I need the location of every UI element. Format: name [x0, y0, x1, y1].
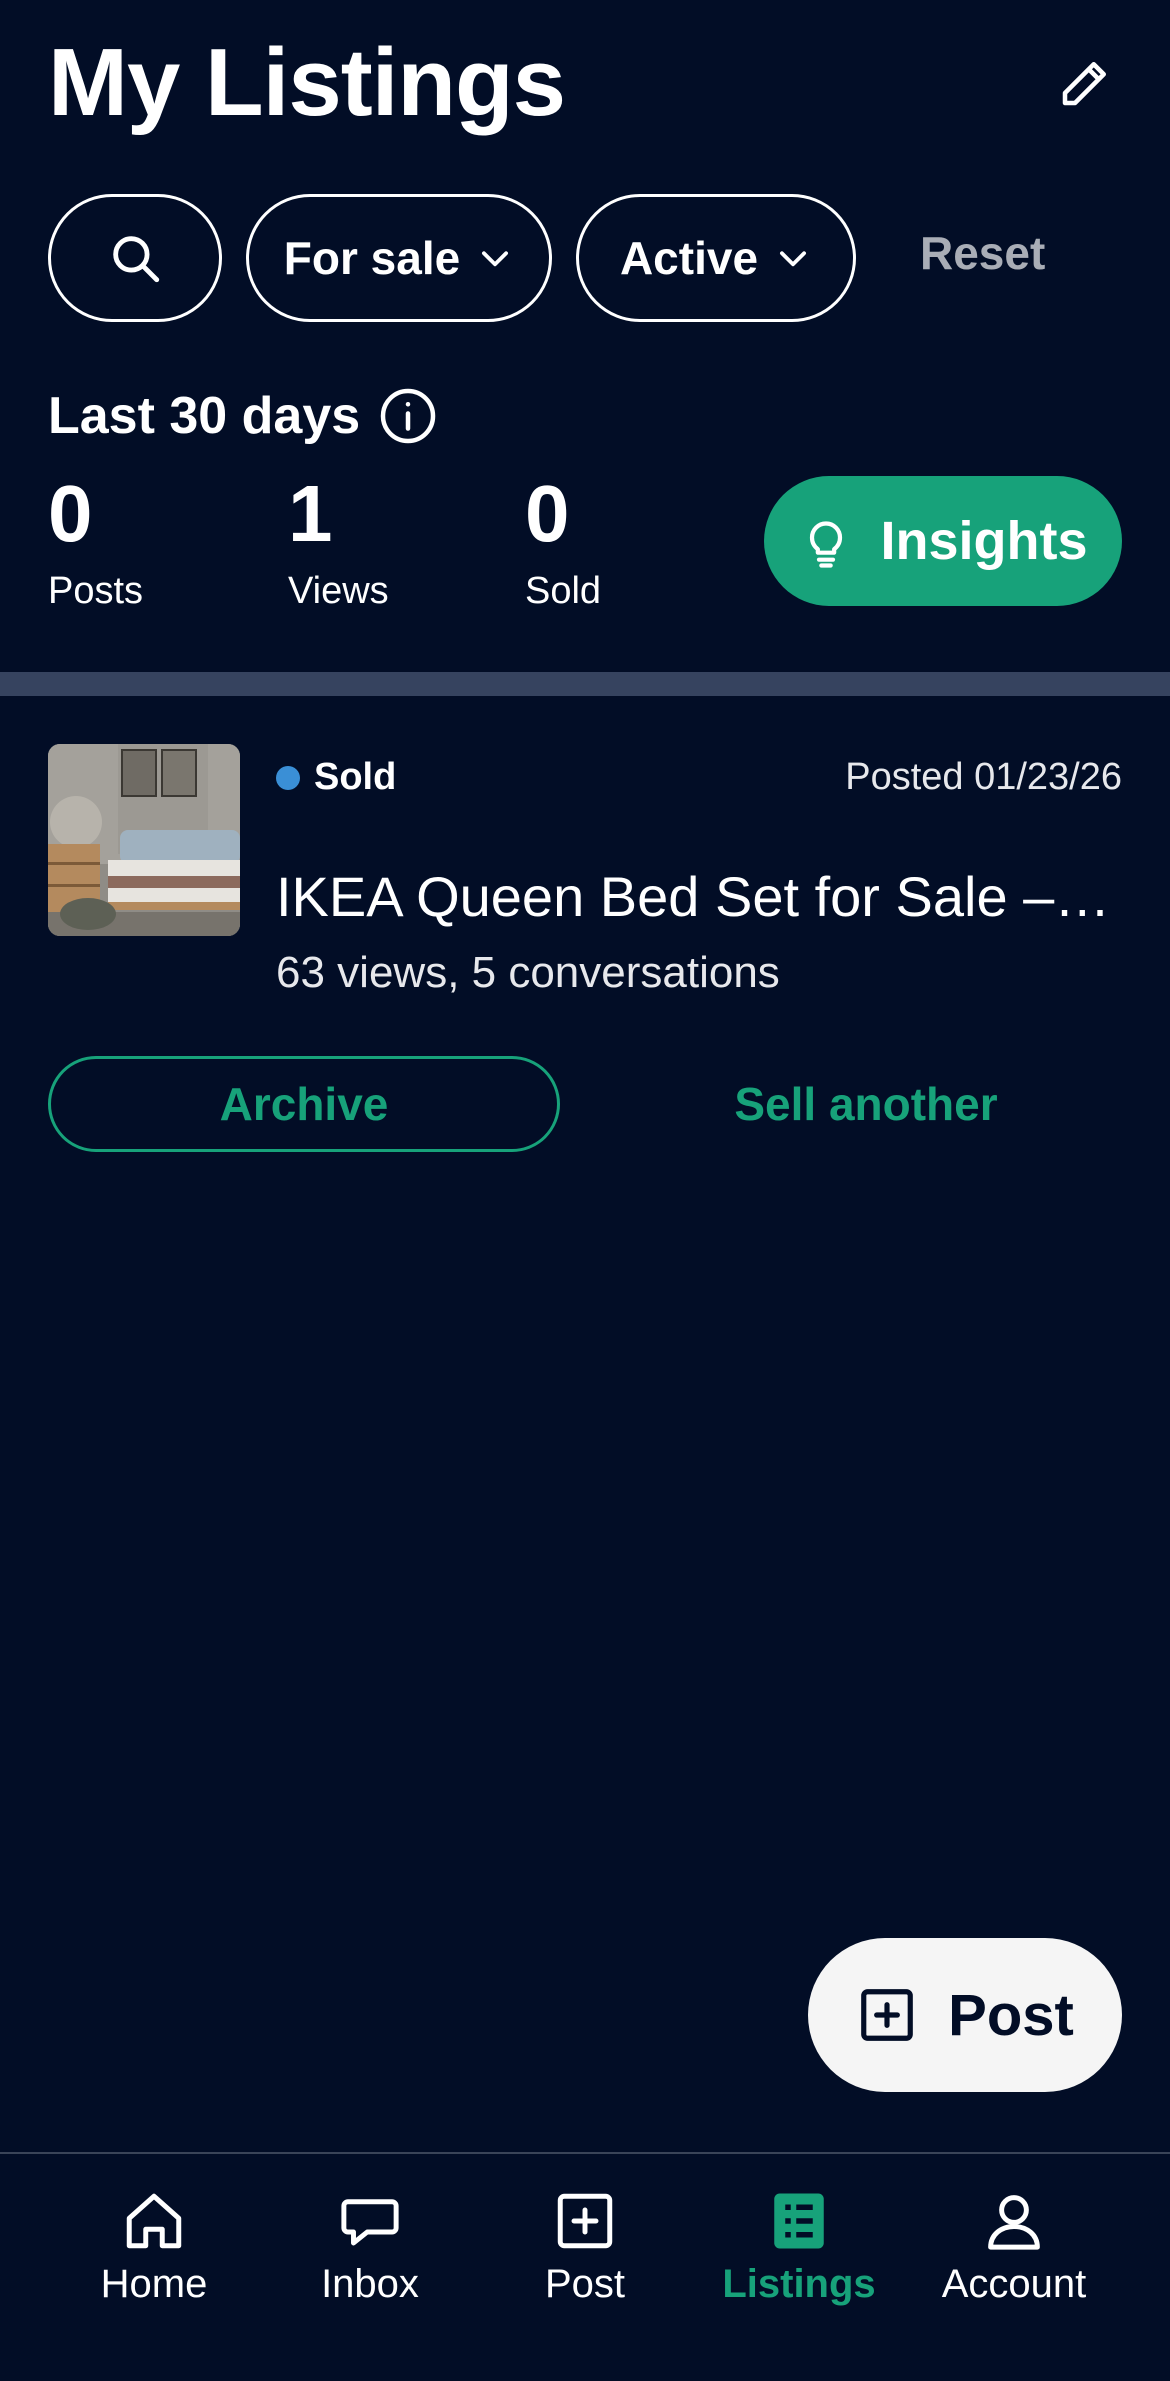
listing-type-dropdown[interactable]: For sale — [246, 194, 552, 322]
person-icon — [988, 2195, 1040, 2250]
sold-label: Sold — [525, 570, 602, 612]
lightbulb-icon — [810, 521, 843, 568]
nav-item-listings[interactable]: Listings — [699, 2188, 899, 2307]
plus-square-icon — [557, 2193, 613, 2249]
insights-label: Insights — [880, 511, 1088, 571]
stats-period: Last 30 days — [48, 386, 438, 446]
period-label: Last 30 days — [48, 387, 361, 445]
nav-item-post[interactable]: Post — [485, 2188, 685, 2307]
listing-status-label: Sold — [314, 756, 397, 798]
nav-label-account: Account — [941, 2262, 1087, 2306]
views-count: 1 — [288, 469, 333, 558]
insights-button[interactable]: Insights — [764, 476, 1122, 606]
listing-status-label: Active — [619, 232, 759, 284]
home-icon — [126, 2193, 182, 2249]
sell-another-button[interactable]: Sell another — [610, 1056, 1122, 1152]
search-button[interactable] — [48, 194, 222, 322]
post-fab-label: Post — [948, 1982, 1074, 2048]
listing-status: Sold — [276, 756, 396, 799]
listing-status-dropdown[interactable]: Active — [576, 194, 856, 322]
edit-button[interactable] — [1050, 48, 1120, 118]
page-title: My Listings — [48, 29, 566, 136]
posts-count: 0 — [48, 469, 93, 558]
section-divider — [0, 672, 1170, 696]
nav-label-listings: Listings — [722, 2262, 876, 2306]
list-icon — [774, 2193, 824, 2249]
nav-label-home: Home — [100, 2262, 208, 2306]
listing-stats: 63 views, 5 conversations — [276, 948, 780, 997]
search-icon — [113, 236, 160, 283]
info-icon[interactable] — [378, 386, 438, 446]
posts-label: Posts — [48, 570, 144, 612]
archive-button[interactable]: Archive — [48, 1056, 560, 1152]
nav-item-home[interactable]: Home — [54, 2188, 254, 2307]
bottom-nav: Home Inbox Post Listings Account — [0, 2152, 1170, 2381]
nav-label-inbox: Inbox — [321, 2262, 419, 2306]
nav-item-inbox[interactable]: Inbox — [270, 2188, 470, 2307]
chevron-down-icon — [780, 251, 807, 267]
sold-count: 0 — [525, 469, 570, 558]
chat-bubble-icon — [341, 2199, 399, 2246]
nav-item-account[interactable]: Account — [914, 2188, 1114, 2307]
post-fab-button[interactable]: Post — [808, 1938, 1122, 2092]
nav-label-post: Post — [544, 2262, 626, 2306]
listing-posted-date: Posted 01/23/26 — [845, 756, 1122, 798]
chevron-down-icon — [482, 251, 509, 267]
views-label: Views — [288, 570, 389, 612]
status-dot — [276, 765, 300, 790]
plus-square-icon — [861, 1989, 913, 2041]
listing-thumbnail[interactable] — [48, 744, 240, 936]
listing-title[interactable]: IKEA Queen Bed Set for Sale – Like New — [276, 864, 1122, 929]
listing-type-label: For sale — [283, 232, 461, 284]
reset-button[interactable]: Reset — [920, 226, 1045, 280]
bedroom-photo — [48, 744, 240, 936]
pencil-icon — [1062, 62, 1106, 106]
